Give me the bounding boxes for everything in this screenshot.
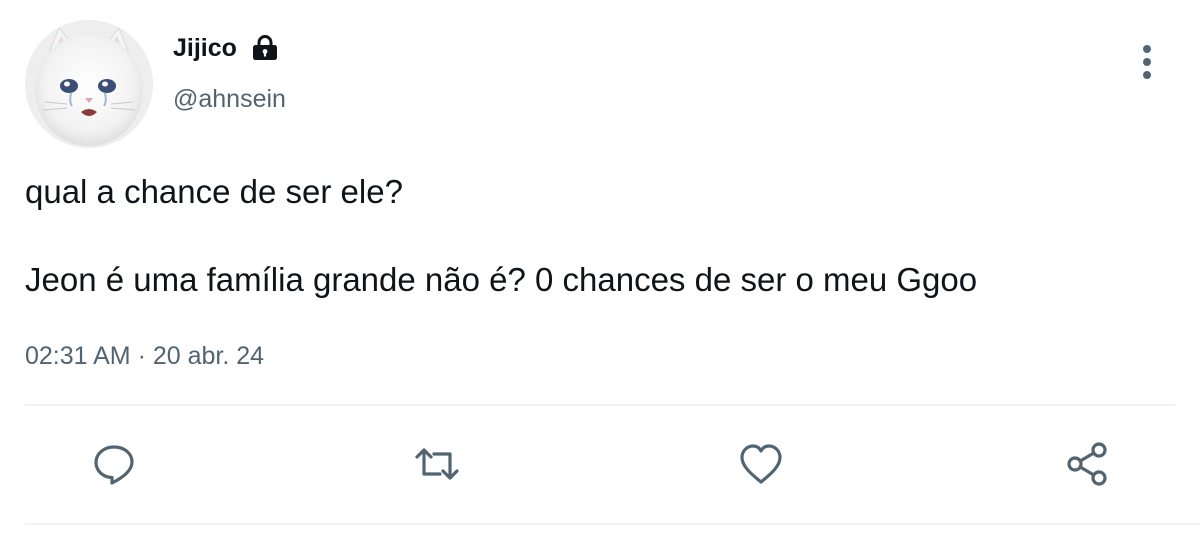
user-handle[interactable]: @ahnsein [173,84,286,114]
crying-cat-avatar [25,20,153,148]
tweet-text-line: Jeon é uma família grande não é? 0 chanc… [25,261,978,298]
tweet-timestamp: 02:31 AM · 20 abr. 24 [25,341,264,371]
avatar[interactable] [25,20,153,148]
more-options-button[interactable] [1130,42,1164,82]
divider [25,404,1175,406]
tweet-text-line: qual a chance de ser ele? [25,173,403,210]
more-vertical-icon [1143,45,1151,79]
tweet-time[interactable]: 02:31 AM [25,342,131,370]
lock-icon [251,35,279,61]
tweet-date[interactable]: 20 abr. 24 [153,342,264,370]
reply-button[interactable] [88,438,140,490]
divider [25,523,1200,525]
like-button[interactable] [735,438,787,490]
reply-icon [94,445,134,485]
heart-icon [740,444,782,484]
display-name[interactable]: Jijico [173,33,237,63]
meta-separator: · [137,342,146,370]
share-icon [1067,442,1107,486]
retweet-button[interactable] [411,438,463,490]
display-name-row: Jijico [173,33,279,63]
share-button[interactable] [1061,438,1113,490]
retweet-icon [415,448,459,480]
